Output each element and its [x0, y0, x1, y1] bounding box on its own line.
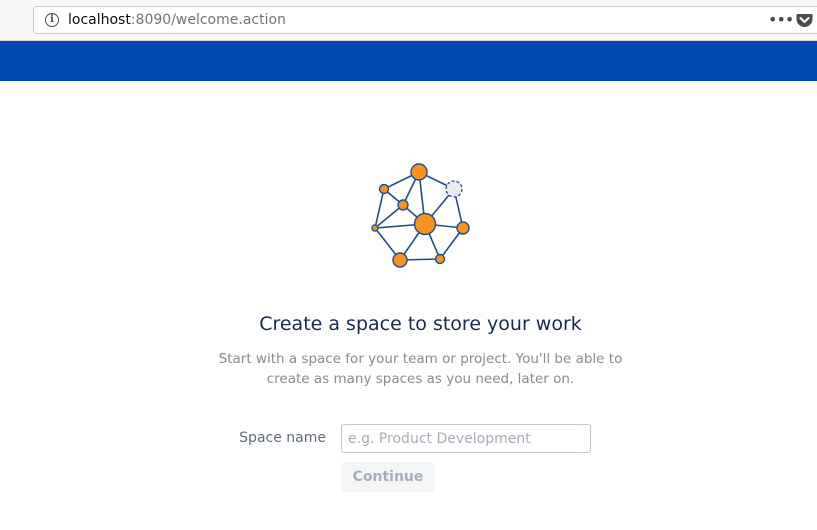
welcome-page: Create a space to store your work Start …: [0, 81, 817, 530]
space-name-input[interactable]: [341, 424, 591, 453]
pocket-icon[interactable]: [796, 13, 813, 28]
page-subtitle: Start with a space for your team or proj…: [218, 351, 623, 387]
network-graph-illustration: [371, 163, 470, 268]
info-icon[interactable]: i: [45, 13, 59, 27]
more-icon[interactable]: •••: [768, 11, 794, 29]
address-bar[interactable]: i localhost:8090/welcome.action •••: [33, 6, 817, 34]
url-path: :8090/welcome.action: [130, 12, 286, 28]
app-header: [0, 41, 817, 81]
page-title: Create a space to store your work: [259, 313, 582, 335]
browser-toolbar: i localhost:8090/welcome.action •••: [0, 0, 817, 41]
url-host: localhost: [68, 12, 131, 28]
continue-button[interactable]: Continue: [341, 462, 435, 492]
url-text[interactable]: localhost:8090/welcome.action: [68, 12, 286, 29]
space-name-label: Space name: [239, 430, 326, 446]
